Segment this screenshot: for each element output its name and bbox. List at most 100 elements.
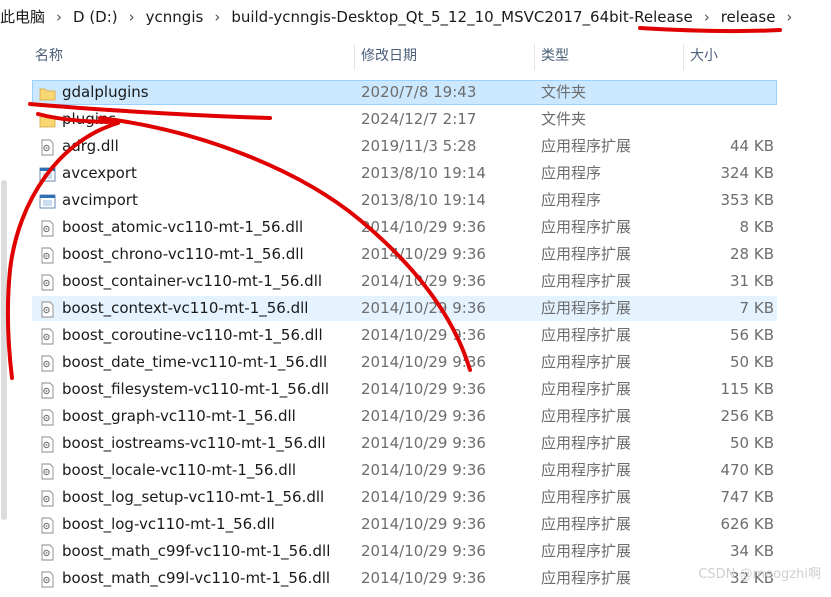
file-date: 2020/7/8 19:43	[361, 83, 477, 101]
dll-file-icon	[39, 489, 56, 507]
file-size: 353 KB	[720, 191, 774, 209]
file-type: 应用程序扩展	[541, 353, 632, 371]
file-date: 2014/10/29 9:36	[361, 299, 486, 317]
file-row[interactable]: gdalplugins 2020/7/8 19:43 文件夹	[0, 79, 831, 106]
file-size: 44 KB	[730, 137, 774, 155]
watermark: CSDN @meogzhi啊	[698, 567, 821, 582]
column-header-date[interactable]: 修改日期	[361, 40, 417, 72]
file-name: plugins	[62, 110, 117, 128]
file-date: 2014/10/29 9:36	[361, 515, 486, 533]
column-divider[interactable]	[683, 44, 684, 70]
file-row[interactable]: boost_context-vc110-mt-1_56.dll 2014/10/2…	[0, 295, 831, 322]
file-row[interactable]: adrg.dll 2019/11/3 5:28 应用程序扩展 44 KB	[0, 133, 831, 160]
file-size: 324 KB	[720, 164, 774, 182]
file-size: 50 KB	[730, 434, 774, 452]
breadcrumb-item[interactable]: 此电脑	[0, 3, 51, 31]
file-name: boost_atomic-vc110-mt-1_56.dll	[62, 218, 304, 236]
file-row[interactable]: boost_graph-vc110-mt-1_56.dll 2014/10/29 …	[0, 403, 831, 430]
file-row[interactable]: boost_locale-vc110-mt-1_56.dll 2014/10/29…	[0, 457, 831, 484]
file-type: 应用程序扩展	[541, 299, 632, 317]
file-row[interactable]: avcexport 2013/8/10 19:14 应用程序 324 KB	[0, 160, 831, 187]
dll-file-icon	[39, 300, 56, 318]
file-name: boost_date_time-vc110-mt-1_56.dll	[62, 353, 328, 371]
file-name: boost_container-vc110-mt-1_56.dll	[62, 272, 323, 290]
file-row[interactable]: boost_date_time-vc110-mt-1_56.dll 2014/10…	[0, 349, 831, 376]
file-size: 115 KB	[720, 380, 774, 398]
file-row[interactable]: boost_log_setup-vc110-mt-1_56.dll 2014/10…	[0, 484, 831, 511]
file-size: 470 KB	[720, 461, 774, 479]
file-size: 31 KB	[730, 272, 774, 290]
column-header-name[interactable]: 名称	[35, 40, 63, 72]
chevron-right-icon[interactable]: ›	[699, 8, 715, 26]
file-row[interactable]: boost_math_c99f-vc110-mt-1_56.dll 2014/10…	[0, 538, 831, 565]
file-type: 应用程序扩展	[541, 407, 632, 425]
file-type: 应用程序扩展	[541, 380, 632, 398]
breadcrumb-item[interactable]: ycnngis	[140, 3, 210, 31]
dll-file-icon	[39, 219, 56, 237]
dll-file-icon	[39, 408, 56, 426]
file-row[interactable]: plugins 2024/12/7 2:17 文件夹	[0, 106, 831, 133]
file-date: 2014/10/29 9:36	[361, 461, 486, 479]
file-name: avcexport	[62, 164, 137, 182]
file-row[interactable]: boost_atomic-vc110-mt-1_56.dll 2014/10/29…	[0, 214, 831, 241]
file-type: 文件夹	[541, 83, 587, 101]
column-divider[interactable]	[534, 44, 535, 70]
dll-file-icon	[39, 138, 56, 156]
file-type: 文件夹	[541, 110, 587, 128]
file-size	[685, 106, 774, 133]
file-type: 应用程序扩展	[541, 434, 632, 452]
breadcrumb-item[interactable]: build-ycnngis-Desktop_Qt_5_12_10_MSVC201…	[225, 3, 698, 31]
file-row[interactable]: boost_container-vc110-mt-1_56.dll 2014/10…	[0, 268, 831, 295]
file-row[interactable]: boost_filesystem-vc110-mt-1_56.dll 2014/1…	[0, 376, 831, 403]
file-date: 2014/10/29 9:36	[361, 407, 486, 425]
file-type: 应用程序扩展	[541, 272, 632, 290]
file-date: 2013/8/10 19:14	[361, 164, 486, 182]
file-date: 2019/11/3 5:28	[361, 137, 477, 155]
file-date: 2013/8/10 19:14	[361, 191, 486, 209]
exe-file-icon	[39, 192, 56, 209]
file-type: 应用程序扩展	[541, 488, 632, 506]
file-size	[685, 79, 774, 106]
file-type: 应用程序扩展	[541, 218, 632, 236]
file-row[interactable]: boost_iostreams-vc110-mt-1_56.dll 2014/10…	[0, 430, 831, 457]
file-name: boost_chrono-vc110-mt-1_56.dll	[62, 245, 304, 263]
file-name: boost_locale-vc110-mt-1_56.dll	[62, 461, 297, 479]
file-size: 7 KB	[739, 299, 774, 317]
dll-file-icon	[39, 273, 56, 291]
file-type: 应用程序	[541, 164, 602, 182]
file-row[interactable]: avcimport 2013/8/10 19:14 应用程序 353 KB	[0, 187, 831, 214]
column-divider[interactable]	[354, 44, 355, 70]
file-date: 2014/10/29 9:36	[361, 326, 486, 344]
address-breadcrumb[interactable]: 此电脑 › D (D:) › ycnngis › build-ycnngis-D…	[0, 0, 831, 34]
file-size: 28 KB	[730, 245, 774, 263]
column-header-size[interactable]: 大小	[690, 40, 718, 72]
dll-file-icon	[39, 570, 56, 588]
chevron-right-icon[interactable]: ›	[51, 8, 67, 26]
file-row[interactable]: boost_coroutine-vc110-mt-1_56.dll 2014/10…	[0, 322, 831, 349]
exe-file-icon	[39, 165, 56, 182]
breadcrumb-item[interactable]: D (D:)	[67, 3, 124, 31]
chevron-right-icon[interactable]: ›	[781, 8, 797, 26]
file-row[interactable]: boost_log-vc110-mt-1_56.dll 2014/10/29 9:…	[0, 511, 831, 538]
file-size: 56 KB	[730, 326, 774, 344]
chevron-right-icon[interactable]: ›	[124, 8, 140, 26]
file-type: 应用程序扩展	[541, 461, 632, 479]
dll-file-icon	[39, 354, 56, 372]
file-row[interactable]: boost_chrono-vc110-mt-1_56.dll 2014/10/29…	[0, 241, 831, 268]
column-header-type[interactable]: 类型	[541, 40, 569, 72]
file-size: 8 KB	[739, 218, 774, 236]
chevron-right-icon[interactable]: ›	[209, 8, 225, 26]
file-name: boost_iostreams-vc110-mt-1_56.dll	[62, 434, 326, 452]
file-name: adrg.dll	[62, 137, 119, 155]
file-type: 应用程序扩展	[541, 542, 632, 560]
file-date: 2014/10/29 9:36	[361, 218, 486, 236]
dll-file-icon	[39, 246, 56, 264]
dll-file-icon	[39, 381, 56, 399]
file-type: 应用程序扩展	[541, 137, 632, 155]
folder-icon	[39, 111, 56, 128]
breadcrumb-item[interactable]: release	[715, 3, 782, 31]
file-name: avcimport	[62, 191, 138, 209]
file-size: 747 KB	[720, 488, 774, 506]
file-date: 2014/10/29 9:36	[361, 488, 486, 506]
dll-file-icon	[39, 327, 56, 345]
